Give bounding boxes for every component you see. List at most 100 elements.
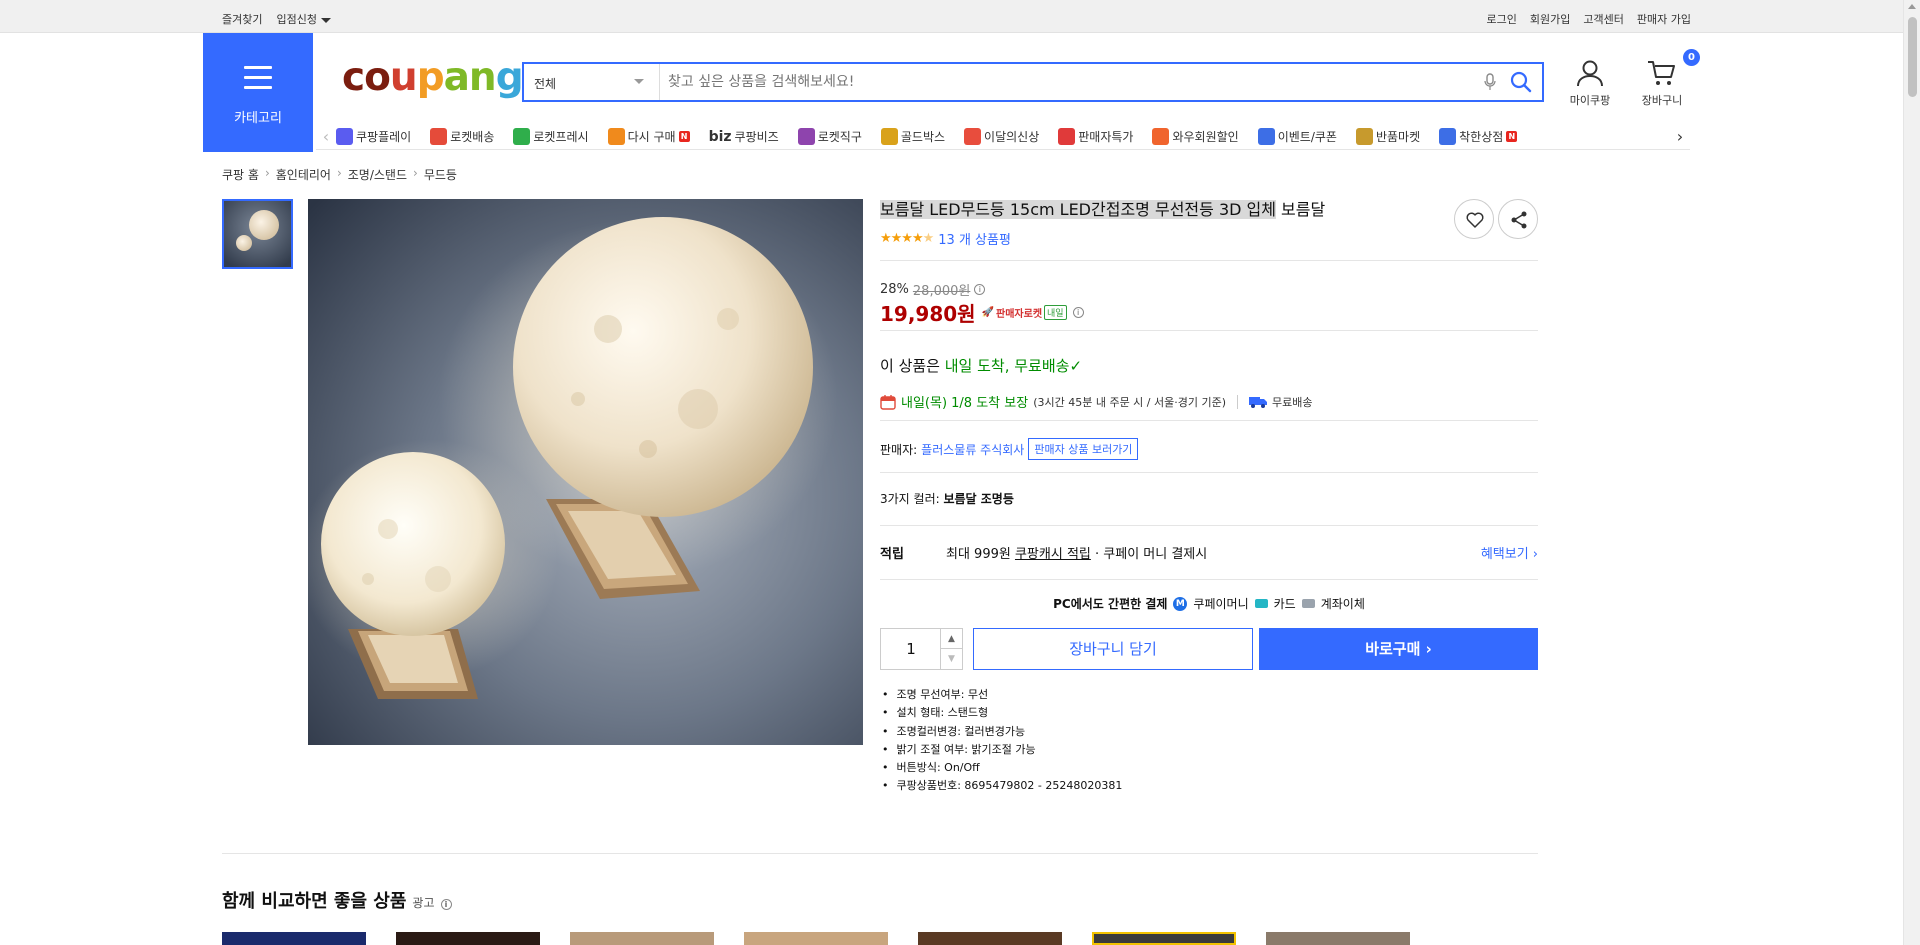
chevron-right-icon: › (413, 166, 418, 180)
truck-icon (1249, 396, 1268, 408)
bank-transfer-icon (1301, 599, 1315, 608)
seller-name-link[interactable]: 플러스물류 주식회사 (921, 441, 1024, 458)
divider (880, 579, 1538, 580)
my-coupang-button[interactable]: 마이쿠팡 (1560, 58, 1620, 108)
rating-row: ★★★★★ 13 개 상품평 (880, 229, 1011, 248)
login-link[interactable]: 로그인 (1487, 11, 1517, 27)
shortcut-item[interactable]: 로켓프레시 (513, 128, 589, 145)
info-icon[interactable]: i (974, 284, 986, 295)
add-to-cart-button[interactable]: 장바구니 담기 (973, 628, 1253, 670)
option-value: 보름달 조명등 (943, 492, 1014, 506)
shortcut-item[interactable]: 반품마켓 (1355, 128, 1420, 145)
spec-item: 쿠팡상품번호: 8695479802 - 25248020381 (880, 777, 1123, 795)
breadcrumb-item[interactable]: 조명/스탠드 (348, 166, 407, 183)
seller-signup-link[interactable]: 판매자 가입 (1637, 11, 1691, 27)
seller-apply-link[interactable]: 입점신청 (276, 11, 331, 27)
spec-list: 조명 무선여부: 무선 설치 형태: 스탠드형 조명컬러변경: 컬러변경가능 밝… (880, 686, 1123, 796)
chevron-up-icon[interactable]: ▲ (940, 629, 962, 649)
shortcut-strip: ‹ 쿠팡플레이 로켓배송 로켓프레시 다시 구매 N biz 쿠팡비즈 로켓직구 골드박스 이달의… (316, 124, 1690, 150)
option-label: 3가지 컬러: (880, 492, 944, 506)
product-main-image[interactable] (308, 199, 863, 745)
delivery-date: 내일(목) 1/8 도착 보장 (901, 396, 1029, 411)
search-input[interactable] (668, 64, 1468, 100)
chevron-right-icon[interactable]: › (1670, 127, 1690, 146)
shortcut-label: 착한상점 (1459, 130, 1504, 144)
compare-product-image[interactable] (396, 932, 540, 945)
points-condition: · 쿠페이 머니 결제시 (1090, 547, 1208, 562)
product-thumbnail[interactable] (222, 199, 293, 269)
seller-row: 판매자: 플러스물류 주식회사 판매자 상품 보러가기 (880, 438, 1139, 460)
compare-product-image[interactable] (222, 932, 366, 945)
bookmark-link[interactable]: 즐겨찾기 (222, 11, 262, 27)
compare-product-image[interactable] (1092, 932, 1236, 945)
free-shipping-label: 무료배송 (1272, 395, 1313, 409)
shortcut-label: 이벤트/쿠폰 (1277, 130, 1337, 144)
shortcut-item[interactable]: biz 쿠팡비즈 (709, 128, 779, 145)
shortcut-item[interactable]: 다시 구매 N (607, 128, 690, 145)
shortcut-item[interactable]: 와우회원할인 (1152, 128, 1239, 145)
arrival-prefix: 이 상품은 (880, 357, 945, 375)
scroll-up-icon[interactable] (1908, 4, 1916, 9)
shortcut-item[interactable]: 로켓직구 (797, 128, 862, 145)
page-scrollbar[interactable] (1903, 0, 1920, 945)
coupang-cash-link[interactable]: 쿠팡캐시 적립 (1015, 547, 1091, 562)
compare-section-title: 함께 비교하면 좋을 상품 광고 i (222, 887, 452, 913)
compare-product-image[interactable] (570, 932, 714, 945)
discount-rate: 28% (880, 282, 909, 297)
search-icon[interactable] (1510, 71, 1532, 93)
new-icon (964, 128, 982, 145)
compare-product-image[interactable] (1266, 932, 1410, 945)
customer-center-link[interactable]: 고객센터 (1583, 11, 1623, 27)
spec-item: 설치 형태: 스탠드형 (880, 704, 1122, 722)
spec-item: 밝기 조절 여부: 밝기조절 가능 (880, 741, 1122, 759)
chevron-down-icon[interactable]: ▼ (940, 649, 962, 669)
signup-link[interactable]: 회원가입 (1530, 11, 1570, 27)
info-icon[interactable]: i (440, 899, 452, 910)
share-icon (1511, 211, 1527, 229)
review-count-link[interactable]: 13 개 상품평 (938, 229, 1011, 248)
scrollbar-thumb[interactable] (1908, 17, 1917, 97)
seller-apply-label: 입점신청 (276, 13, 317, 26)
shortcut-item[interactable]: 이벤트/쿠폰 (1257, 128, 1337, 145)
shortcut-item[interactable]: 이달의신상 (964, 128, 1039, 145)
shortcut-item[interactable]: 착한상점 N (1439, 128, 1518, 145)
shortcut-item[interactable]: 로켓배송 (430, 128, 494, 145)
quantity-input[interactable]: 1 (881, 629, 941, 669)
seller-products-button[interactable]: 판매자 상품 보러가기 (1028, 438, 1139, 460)
chevron-left-icon[interactable]: ‹ (316, 127, 336, 146)
benefits-link[interactable]: 혜택보기 › (1481, 543, 1538, 562)
points-amount: 최대 999원 (946, 547, 1015, 562)
option-row[interactable]: 3가지 컬러: 보름달 조명등 (880, 490, 1014, 507)
rocket-global-icon (797, 128, 815, 145)
chevron-right-icon: › (336, 166, 342, 180)
shortcut-item[interactable]: 골드박스 (880, 128, 945, 145)
share-button[interactable] (1498, 199, 1538, 239)
coupon-icon (1257, 128, 1275, 145)
shortcut-item[interactable]: 쿠팡플레이 (336, 128, 411, 145)
info-icon[interactable]: i (1072, 307, 1084, 318)
logo-part: an (443, 55, 497, 100)
breadcrumb-item[interactable]: 무드등 (424, 166, 457, 183)
chevron-down-icon (320, 17, 331, 23)
delivery-condition: (3시간 45분 내 주문 시 / 서울·경기 기준) (1033, 395, 1227, 409)
quantity-stepper: 1 ▲ ▼ (880, 628, 963, 670)
breadcrumb-item[interactable]: 쿠팡 홈 (222, 166, 259, 183)
goldbox-icon (880, 128, 898, 145)
category-menu-button[interactable]: 카테고리 (203, 33, 313, 152)
logo-part: u (389, 55, 418, 100)
compare-product-image[interactable] (744, 932, 888, 945)
coupang-logo[interactable]: coupang (342, 55, 524, 100)
microphone-icon[interactable] (1484, 73, 1496, 91)
compare-product-image[interactable] (918, 932, 1062, 945)
cart-button[interactable]: 0 장바구니 (1632, 49, 1700, 108)
buy-now-button[interactable]: 바로구매 › (1259, 628, 1538, 670)
search-category-select[interactable]: 전체 (524, 64, 660, 100)
biz-icon: biz (708, 128, 732, 145)
seller-rocket-badge: 🚀 판매자로켓 내일 (982, 305, 1067, 320)
check-icon: ✓ (1069, 357, 1083, 375)
shortcut-item[interactable]: 판매자특가 (1058, 128, 1133, 145)
wishlist-button[interactable] (1454, 199, 1494, 239)
wow-icon (1152, 128, 1170, 145)
breadcrumb-item[interactable]: 홈인테리어 (276, 166, 331, 183)
new-badge: N (1506, 131, 1518, 142)
